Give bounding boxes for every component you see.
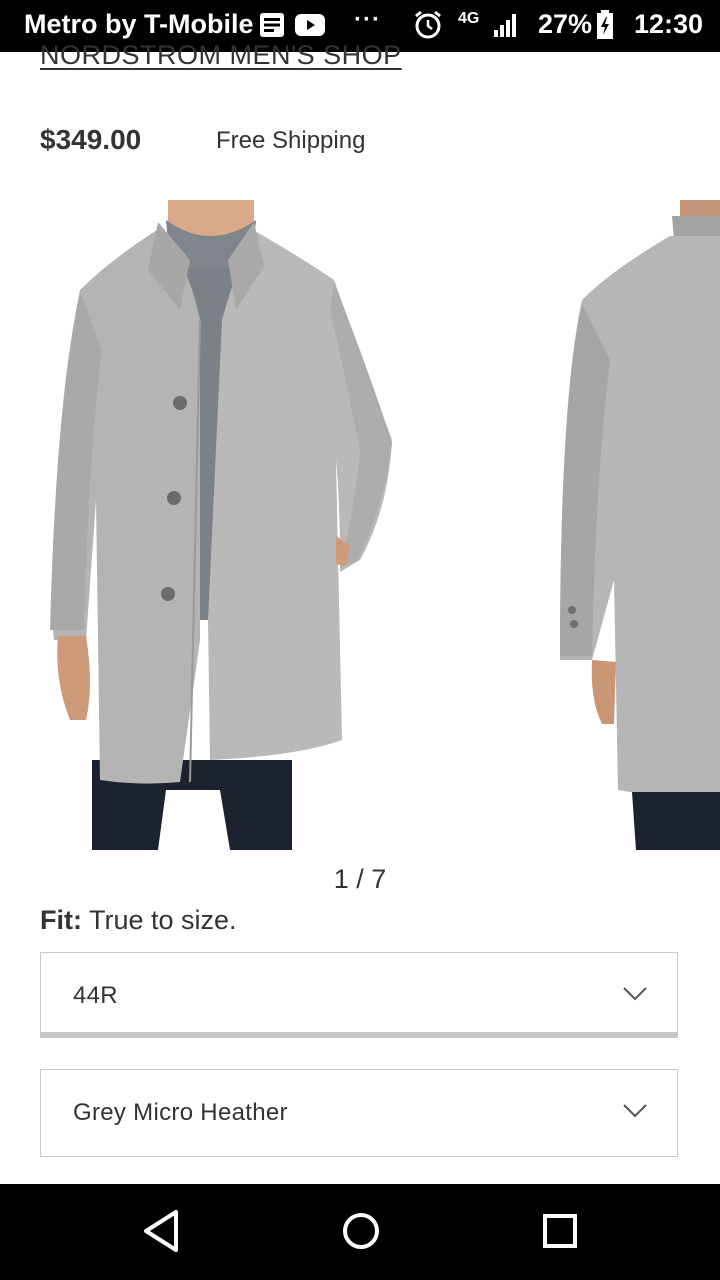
fit-label: Fit:	[40, 905, 82, 935]
more-notifications-icon: ···	[354, 6, 381, 33]
product-image-back[interactable]	[552, 200, 720, 850]
carrier-name: Metro by T-Mobile	[24, 9, 254, 39]
navigation-bar	[0, 1184, 720, 1280]
clock: 12:30	[634, 9, 704, 39]
youtube-icon	[294, 12, 326, 43]
shipping-info: Free Shipping	[216, 127, 366, 154]
color-dropdown[interactable]: Grey Micro Heather	[40, 1069, 678, 1157]
fit-value: True to size.	[81, 905, 237, 935]
notes-icon	[259, 12, 285, 43]
fit-info: Fit: True to size.	[40, 905, 237, 936]
size-dropdown[interactable]: 44R	[40, 952, 678, 1038]
chevron-down-icon	[623, 987, 647, 1006]
network-type: 4G	[458, 10, 480, 27]
alarm-icon	[414, 10, 442, 45]
signal-icon	[492, 12, 520, 43]
size-dropdown-value: 44R	[73, 982, 118, 1009]
gallery-counter: 1 / 7	[333, 864, 387, 894]
product-image-front[interactable]	[40, 200, 400, 850]
chevron-down-icon	[623, 1104, 647, 1123]
back-icon[interactable]	[142, 1208, 182, 1259]
brand-link[interactable]: NORDSTROM MEN'S SHOP	[40, 40, 402, 71]
home-icon[interactable]	[340, 1208, 382, 1259]
product-image-carousel[interactable]	[0, 200, 720, 850]
product-price: $349.00	[40, 124, 142, 155]
battery-percent: 27%	[538, 9, 593, 39]
battery-icon	[596, 10, 614, 45]
color-dropdown-value: Grey Micro Heather	[73, 1099, 288, 1126]
recents-icon[interactable]	[540, 1208, 580, 1259]
